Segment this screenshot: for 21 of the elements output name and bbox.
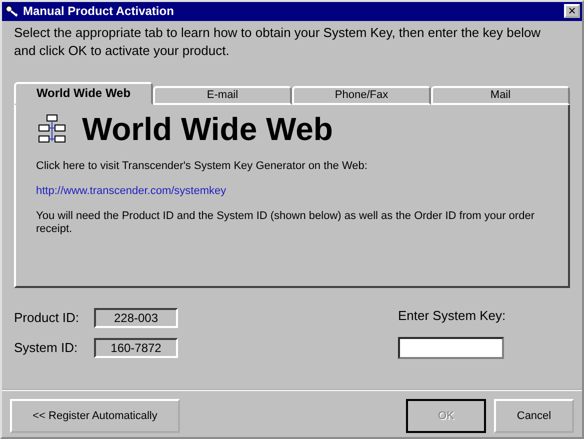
- instructions-text: Select the appropriate tab to learn how to obtain your System Key, then enter the key below and click OK to activate your product.: [14, 24, 542, 60]
- id-value: 228-003: [94, 308, 178, 328]
- id-label: System ID:: [14, 340, 79, 356]
- network-icon: [36, 113, 68, 146]
- id-value: 160-7872: [94, 338, 178, 358]
- intro-text: Click here to visit Transcender's System Key Generator on the Web:: [36, 160, 368, 173]
- note-text: You will need the Product ID and the System ID (shown below) as well as the Order ID from your order receipt.: [36, 210, 536, 236]
- system-key-field[interactable]: [398, 336, 504, 359]
- tab[interactable]: Phone/Fax: [292, 86, 431, 105]
- close-button[interactable]: ×: [564, 4, 580, 18]
- id-label: Product ID:: [14, 310, 80, 326]
- dialog-button[interactable]: Cancel: [494, 399, 574, 434]
- system-key-label: Enter System Key:: [398, 308, 506, 323]
- dialog-button[interactable]: << Register Automatically: [10, 399, 180, 434]
- window-title: Manual Product Activation: [23, 4, 175, 18]
- tab[interactable]: Mail: [431, 86, 570, 105]
- system-key-link[interactable]: http://www.transcender.com/systemkey: [36, 184, 226, 198]
- tab[interactable]: E-mail: [153, 86, 292, 105]
- key-icon: [5, 4, 19, 18]
- panel-heading: World Wide Web: [82, 110, 333, 148]
- tab[interactable]: World Wide Web: [14, 82, 153, 105]
